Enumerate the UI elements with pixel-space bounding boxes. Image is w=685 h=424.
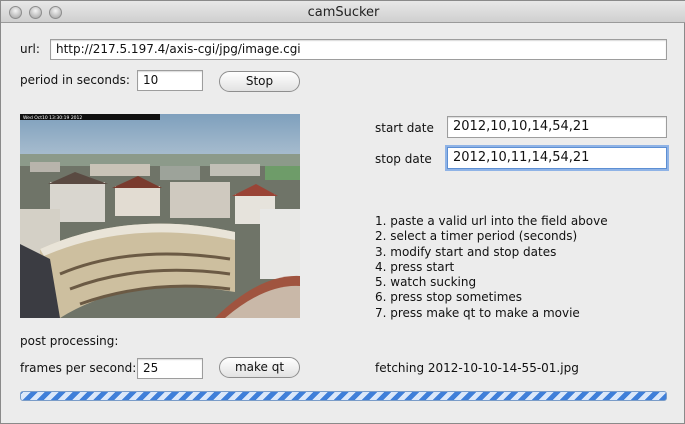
url-input[interactable]: http://217.5.197.4/axis-cgi/jpg/image.cg… (50, 39, 667, 60)
status-text: fetching 2012-10-10-14-55-01.jpg (375, 361, 579, 375)
stop-date-input[interactable]: 2012,10,11,14,54,21 (447, 147, 667, 169)
post-processing-heading: post processing: (20, 334, 119, 348)
camera-timestamp: Wed Oct10 13:30:19 2012 (23, 115, 82, 121)
instructions-list: 1. paste a valid url into the field abov… (375, 214, 608, 321)
fps-input[interactable]: 25 (137, 358, 203, 379)
instruction-item: 5. watch sucking (375, 275, 477, 290)
camera-image: Wed Oct10 13:30:19 2012 (20, 114, 300, 318)
instruction-item: 6. press stop sometimes (375, 290, 523, 305)
title-bar: camSucker (1, 1, 685, 23)
start-date-label: start date (375, 121, 434, 135)
window-title: camSucker (307, 5, 380, 20)
stop-button[interactable]: Stop (219, 71, 300, 92)
url-label: url: (20, 42, 40, 56)
instruction-item: 2. select a timer period (seconds) (375, 229, 578, 244)
make-qt-button[interactable]: make qt (219, 357, 300, 378)
instruction-item: 3. modify start and stop dates (375, 244, 557, 259)
app-window: camSucker url: http://217.5.197.4/axis-c… (0, 0, 685, 424)
period-input[interactable]: 10 (137, 70, 203, 91)
fps-label: frames per second: (20, 361, 137, 375)
progress-bar (20, 391, 667, 401)
start-date-input[interactable]: 2012,10,10,14,54,21 (447, 116, 667, 138)
instruction-item: 4. press start (375, 259, 455, 274)
instruction-item: 7. press make qt to make a movie (375, 305, 580, 320)
period-label: period in seconds: (20, 73, 130, 87)
stop-date-label: stop date (375, 152, 432, 166)
instruction-item: 1. paste a valid url into the field abov… (375, 214, 608, 228)
webcam-frame: Wed Oct10 13:30:19 2012 (20, 114, 300, 318)
